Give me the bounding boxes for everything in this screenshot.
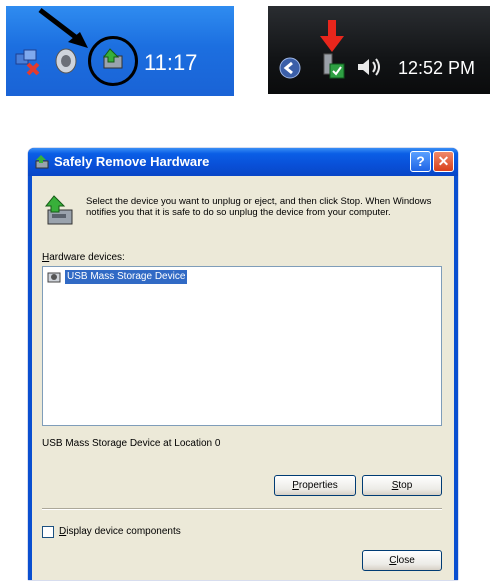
hardware-device-icon <box>44 195 73 225</box>
title-bar[interactable]: Safely Remove Hardware ? ✕ <box>28 148 458 176</box>
display-device-components-checkbox[interactable] <box>42 526 54 538</box>
xp-taskbar-tray: 11:17 <box>6 6 234 96</box>
device-location-text: USB Mass Storage Device at Location 0 <box>42 438 221 449</box>
dialog-body: Select the device you want to unplug or … <box>32 176 454 580</box>
close-button[interactable]: Close <box>362 550 442 571</box>
safely-remove-hardware-dialog: Safely Remove Hardware ? ✕ Select the de… <box>28 148 458 580</box>
usb-device-icon <box>47 272 61 283</box>
volume-icon[interactable] <box>356 56 384 78</box>
device-name: USB Mass Storage Device <box>65 270 188 284</box>
safely-remove-hardware-icon[interactable] <box>320 52 346 80</box>
dialog-title: Safely Remove Hardware <box>54 154 210 169</box>
show-hidden-icons-button[interactable] <box>278 56 302 80</box>
taskbar-clock[interactable]: 12:52 PM <box>398 58 475 79</box>
safely-remove-hardware-icon <box>35 155 49 169</box>
help-button[interactable]: ? <box>410 151 431 172</box>
separator <box>42 508 442 510</box>
display-device-components-label[interactable]: Display device components <box>59 526 181 537</box>
hardware-devices-list[interactable]: USB Mass Storage Device <box>42 266 442 426</box>
network-error-icon[interactable] <box>14 48 42 76</box>
taskbar-clock[interactable]: 11:17 <box>144 50 197 76</box>
red-arrow-icon <box>320 20 344 52</box>
hardware-devices-label: Hardware devices: <box>42 252 125 263</box>
close-window-button[interactable]: ✕ <box>433 151 454 172</box>
vista-taskbar-tray: 12:52 PM <box>268 6 490 94</box>
stop-button[interactable]: Stop <box>362 475 442 496</box>
instructions-text: Select the device you want to unplug or … <box>86 196 432 218</box>
properties-button[interactable]: Properties <box>274 475 356 496</box>
black-arrow-icon <box>38 8 88 48</box>
